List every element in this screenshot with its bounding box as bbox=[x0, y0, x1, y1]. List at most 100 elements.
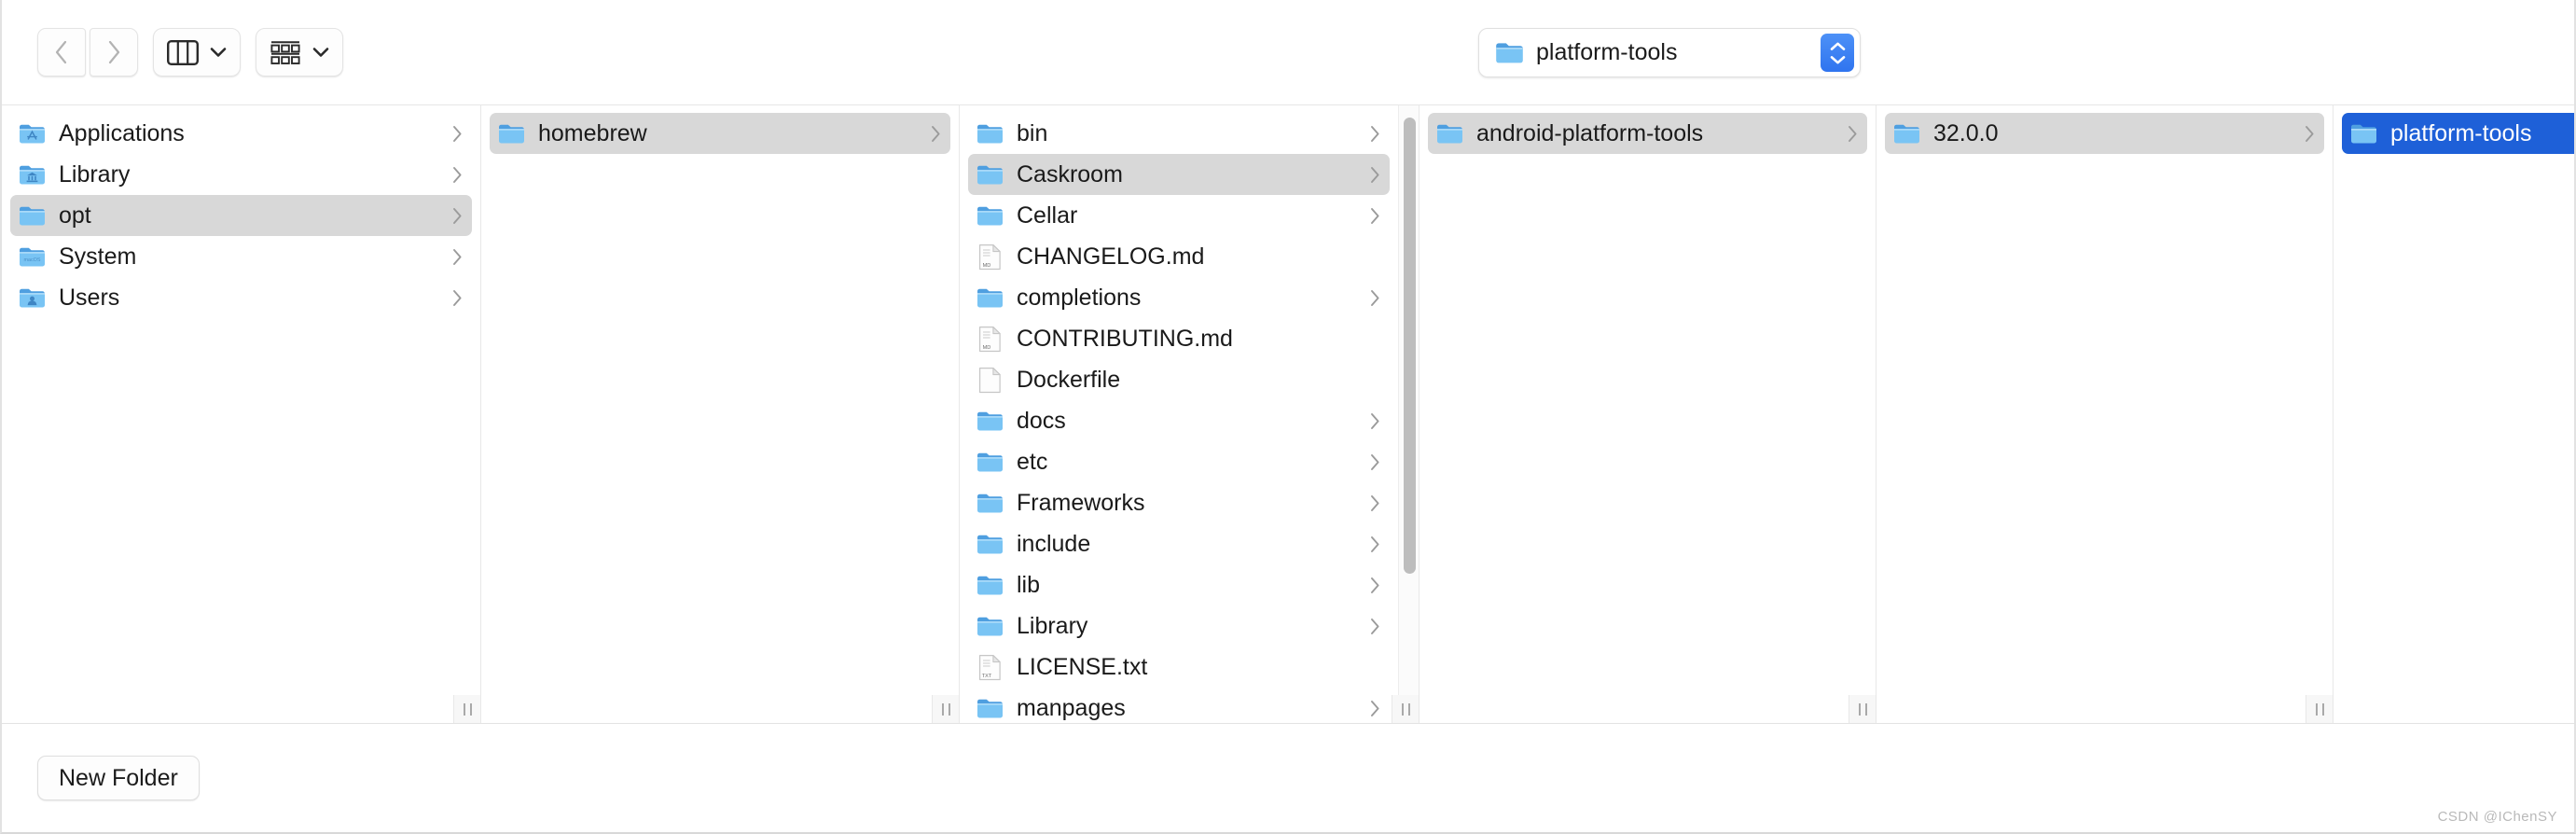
forward-button[interactable] bbox=[90, 28, 138, 76]
folder-row[interactable]: Library bbox=[968, 605, 1390, 646]
folder-row[interactable]: opt bbox=[10, 195, 472, 236]
column-item-list: Applications Library opt macOS System Users bbox=[2, 105, 480, 723]
disclosure-chevron-right-icon bbox=[1371, 618, 1379, 634]
file-row[interactable]: TXT LICENSE.txt bbox=[968, 646, 1390, 688]
column-resize-grip[interactable] bbox=[1849, 695, 1877, 723]
folder-system-icon: macOS bbox=[20, 247, 45, 266]
new-folder-button[interactable]: New Folder bbox=[37, 756, 200, 800]
disclosure-chevron-right-icon bbox=[1371, 535, 1379, 552]
svg-text:TXT: TXT bbox=[982, 674, 992, 679]
disclosure-chevron-right-icon bbox=[453, 166, 462, 183]
folder-row[interactable]: bin bbox=[968, 113, 1390, 154]
disclosure-chevron-right-icon bbox=[1371, 125, 1379, 142]
document-md-icon: MD bbox=[979, 243, 1001, 270]
disclosure-chevron-right-icon bbox=[453, 125, 462, 142]
item-label: Cellar bbox=[1017, 202, 1078, 229]
column-resize-grip[interactable] bbox=[2306, 695, 2334, 723]
item-label: Caskroom bbox=[1017, 160, 1123, 188]
disclosure-chevron-right-icon bbox=[2306, 125, 2314, 142]
grip-bar bbox=[1858, 702, 1861, 716]
disclosure-chevron-right-icon bbox=[1371, 289, 1379, 306]
folder-row[interactable]: Library bbox=[10, 154, 472, 195]
view-mode-button[interactable] bbox=[153, 28, 241, 76]
folder-row[interactable]: lib bbox=[968, 564, 1390, 605]
grip-bar bbox=[469, 702, 472, 716]
disclosure-chevron-right-icon bbox=[453, 248, 462, 265]
column-32-0-0: platform-tools bbox=[2333, 105, 2574, 723]
folder-users-icon bbox=[20, 288, 45, 307]
item-label: include bbox=[1017, 530, 1091, 557]
folder-row[interactable]: macOS System bbox=[10, 236, 472, 277]
folder-row[interactable]: Users bbox=[10, 277, 472, 318]
chevron-down-icon bbox=[1830, 55, 1845, 63]
folder-row[interactable]: completions bbox=[968, 277, 1390, 318]
folder-row[interactable]: Caskroom bbox=[968, 154, 1390, 195]
folder-row[interactable]: 32.0.0 bbox=[1885, 113, 2324, 154]
navigation-buttons bbox=[37, 28, 138, 76]
bottom-bar: New Folder CSDN @IChenSY bbox=[2, 724, 2574, 832]
arrange-button[interactable] bbox=[256, 28, 343, 76]
folder-row[interactable]: Cellar bbox=[968, 195, 1390, 236]
folder-icon bbox=[977, 493, 1003, 512]
disclosure-chevron-right-icon bbox=[1371, 453, 1379, 470]
folder-icon bbox=[977, 576, 1003, 594]
folder-row[interactable]: docs bbox=[968, 400, 1390, 441]
disclosure-chevron-right-icon bbox=[453, 289, 462, 306]
disclosure-chevron-right-icon bbox=[1371, 494, 1379, 511]
item-label: Users bbox=[59, 284, 120, 311]
item-label: Library bbox=[1017, 612, 1088, 639]
folder-row[interactable]: manpages bbox=[968, 688, 1390, 723]
column-caskroom: android-platform-tools bbox=[1419, 105, 1877, 723]
column-opt: homebrew bbox=[480, 105, 960, 723]
folder-applications-icon bbox=[20, 124, 45, 143]
column-resize-grip[interactable] bbox=[453, 695, 481, 723]
disclosure-chevron-right-icon bbox=[1371, 412, 1379, 429]
disclosure-chevron-right-icon bbox=[932, 125, 940, 142]
folder-row[interactable]: Applications bbox=[10, 113, 472, 154]
item-label: etc bbox=[1017, 448, 1048, 475]
column-scrollbar[interactable] bbox=[1398, 105, 1419, 723]
path-popup-button[interactable]: platform-tools bbox=[1478, 28, 1861, 77]
stepper-up-down-icon[interactable] bbox=[1821, 34, 1854, 72]
toolbar: platform-tools bbox=[2, 0, 2574, 105]
folder-icon bbox=[977, 206, 1003, 225]
column-resize-grip[interactable] bbox=[1392, 695, 1420, 723]
folder-row[interactable]: android-platform-tools bbox=[1428, 113, 1867, 154]
back-button[interactable] bbox=[37, 28, 86, 76]
folder-icon bbox=[499, 124, 524, 143]
folder-icon bbox=[20, 206, 45, 225]
folder-row[interactable]: homebrew bbox=[490, 113, 950, 154]
folder-icon bbox=[1894, 124, 1919, 143]
chevron-left-icon bbox=[55, 40, 67, 64]
grip-bar bbox=[2315, 702, 2318, 716]
file-chooser-window: platform-tools Applications Library opt mac… bbox=[0, 0, 2576, 834]
column-browser: Applications Library opt macOS System Users ho… bbox=[2, 105, 2574, 724]
folder-row[interactable]: include bbox=[968, 523, 1390, 564]
file-row[interactable]: Dockerfile bbox=[968, 359, 1390, 400]
disclosure-chevron-right-icon bbox=[1849, 125, 1857, 142]
item-label: LICENSE.txt bbox=[1017, 653, 1148, 680]
path-popup-label: platform-tools bbox=[1536, 39, 1678, 65]
folder-row[interactable]: Frameworks bbox=[968, 482, 1390, 523]
column-resize-grip[interactable] bbox=[932, 695, 960, 723]
chevron-down-icon bbox=[312, 48, 329, 57]
column-item-list: 32.0.0 bbox=[1877, 105, 2333, 723]
item-label: homebrew bbox=[538, 119, 647, 146]
file-row[interactable]: MD CONTRIBUTING.md bbox=[968, 318, 1390, 359]
item-label: Library bbox=[59, 160, 131, 188]
file-row[interactable]: MD CHANGELOG.md bbox=[968, 236, 1390, 277]
folder-icon bbox=[977, 288, 1003, 307]
folder-icon bbox=[1496, 43, 1523, 63]
folder-icon bbox=[977, 165, 1003, 184]
disclosure-chevron-right-icon bbox=[1371, 577, 1379, 593]
column-android-platform-tools: 32.0.0 bbox=[1876, 105, 2334, 723]
scrollbar-thumb[interactable] bbox=[1404, 117, 1416, 575]
item-label: Applications bbox=[59, 119, 185, 146]
folder-row[interactable]: platform-tools bbox=[2342, 113, 2574, 154]
item-label: Frameworks bbox=[1017, 489, 1145, 516]
folder-row[interactable]: etc bbox=[968, 441, 1390, 482]
column-item-list: bin Caskroom Cellar MD CHANGELOG.md completio… bbox=[960, 105, 1419, 723]
item-label: 32.0.0 bbox=[1933, 119, 1999, 146]
folder-icon bbox=[977, 617, 1003, 635]
disclosure-chevron-right-icon bbox=[1371, 700, 1379, 716]
